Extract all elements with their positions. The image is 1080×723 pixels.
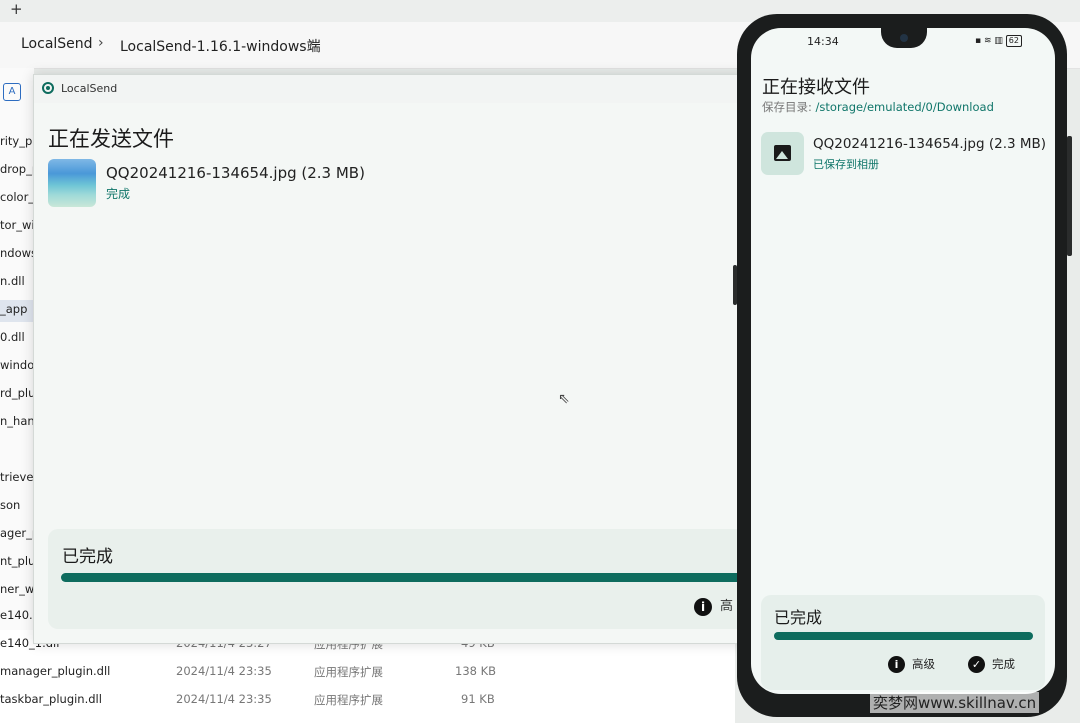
file-type: 应用程序扩展 — [314, 693, 383, 707]
page-title: 正在发送文件 — [48, 127, 174, 151]
file-type: 应用程序扩展 — [314, 665, 383, 679]
file-item[interactable]: 0.dll — [0, 330, 25, 344]
advanced-label: 高级 — [912, 657, 935, 671]
advanced-button[interactable]: i高 — [694, 595, 733, 616]
file-item[interactable]: n_han — [0, 414, 35, 428]
file-date: 2024/11/4 23:35 — [176, 664, 272, 678]
chevron-right-icon: › — [98, 35, 104, 51]
progress-bar-fill — [774, 632, 1033, 640]
save-dir-path[interactable]: /storage/emulated/0/Download — [816, 100, 994, 114]
file-size: 138 KB — [455, 664, 497, 678]
localsend-window: LocalSend 正在发送文件 QQ20241216-134654.jpg (… — [33, 74, 775, 644]
advanced-label: 高 — [720, 599, 734, 614]
status-icons: ▪ ≋ ▥ 62 — [975, 35, 1022, 47]
progress-label: 已完成 — [774, 608, 823, 627]
progress-card: 已完成 i 高级 ✓ 完成 — [761, 595, 1045, 690]
watermark: 奕梦网www.skillnav.cn — [870, 692, 1040, 713]
phone-screen: 14:34 ▪ ≋ ▥ 62 正在接收文件 保存目录: /storage/emu… — [751, 28, 1055, 694]
info-icon: i — [694, 597, 712, 616]
localsend-logo-icon — [42, 82, 54, 94]
file-item-selected[interactable]: _app — [0, 300, 34, 322]
signal-wifi-icon: ▪ ≋ ▥ — [975, 36, 1003, 46]
file-item[interactable]: ner_wi — [0, 582, 37, 596]
file-type-box — [761, 132, 804, 175]
done-label: 完成 — [992, 657, 1015, 671]
info-icon: i — [888, 656, 905, 673]
progress-card: 已完成 i高 — [48, 529, 774, 629]
file-item[interactable]: trieve — [0, 470, 33, 484]
status-time: 14:34 — [807, 35, 839, 48]
file-date: 2024/11/4 23:35 — [176, 692, 272, 706]
file-status: 已保存到相册 — [813, 158, 879, 171]
new-tab-button[interactable]: + — [10, 0, 23, 18]
phone-side-button — [1067, 136, 1072, 256]
mouse-cursor-icon: ⇖ — [558, 391, 570, 407]
progress-label: 已完成 — [62, 547, 113, 567]
file-status: 完成 — [106, 187, 131, 201]
file-item[interactable]: son — [0, 498, 20, 512]
save-dir-label: 保存目录: — [762, 100, 816, 114]
chevron-right-icon: › — [308, 35, 314, 51]
file-item[interactable]: n.dll — [0, 274, 25, 288]
window-title-bar[interactable]: LocalSend — [34, 75, 774, 103]
file-item[interactable]: ndows — [0, 246, 37, 260]
file-size: 91 KB — [461, 692, 495, 706]
file-name: manager_plugin.dll — [0, 664, 111, 678]
file-item[interactable]: tor_wi — [0, 218, 35, 232]
file-item[interactable]: windo — [0, 358, 34, 372]
table-row[interactable]: manager_plugin.dll 2024/11/4 23:35 应用程序扩… — [0, 660, 735, 684]
page-title: 正在接收文件 — [762, 77, 870, 98]
progress-bar — [61, 573, 774, 582]
advanced-button[interactable]: i 高级 — [888, 656, 935, 673]
window-title: LocalSend — [61, 82, 118, 95]
file-name: QQ20241216-134654.jpg (2.3 MB) — [813, 136, 1047, 152]
table-row[interactable]: taskbar_plugin.dll 2024/11/4 23:35 应用程序扩… — [0, 688, 735, 712]
file-name: QQ20241216-134654.jpg (2.3 MB) — [106, 164, 365, 182]
breadcrumb-folder[interactable]: LocalSend-1.16.1-windows端 — [120, 36, 321, 56]
breadcrumb-localsend[interactable]: LocalSend — [21, 36, 93, 52]
check-icon: ✓ — [968, 656, 985, 673]
file-item[interactable]: nt_plu — [0, 554, 35, 568]
battery-icon: 62 — [1005, 35, 1022, 47]
explorer-file-list: A rity_plu drop_p color_ tor_wi ndows n.… — [0, 68, 43, 723]
done-button[interactable]: ✓ 完成 — [968, 656, 1015, 673]
progress-bar-fill — [61, 573, 774, 582]
file-name: taskbar_plugin.dll — [0, 692, 102, 706]
file-item[interactable]: rd_plu — [0, 386, 35, 400]
image-thumbnail — [48, 159, 96, 207]
save-directory: 保存目录: /storage/emulated/0/Download — [762, 99, 994, 115]
progress-bar — [774, 632, 1033, 640]
camera-notch — [881, 28, 927, 48]
image-icon — [774, 145, 791, 161]
translate-icon[interactable]: A — [3, 83, 21, 101]
file-item[interactable]: color_ — [0, 190, 34, 204]
